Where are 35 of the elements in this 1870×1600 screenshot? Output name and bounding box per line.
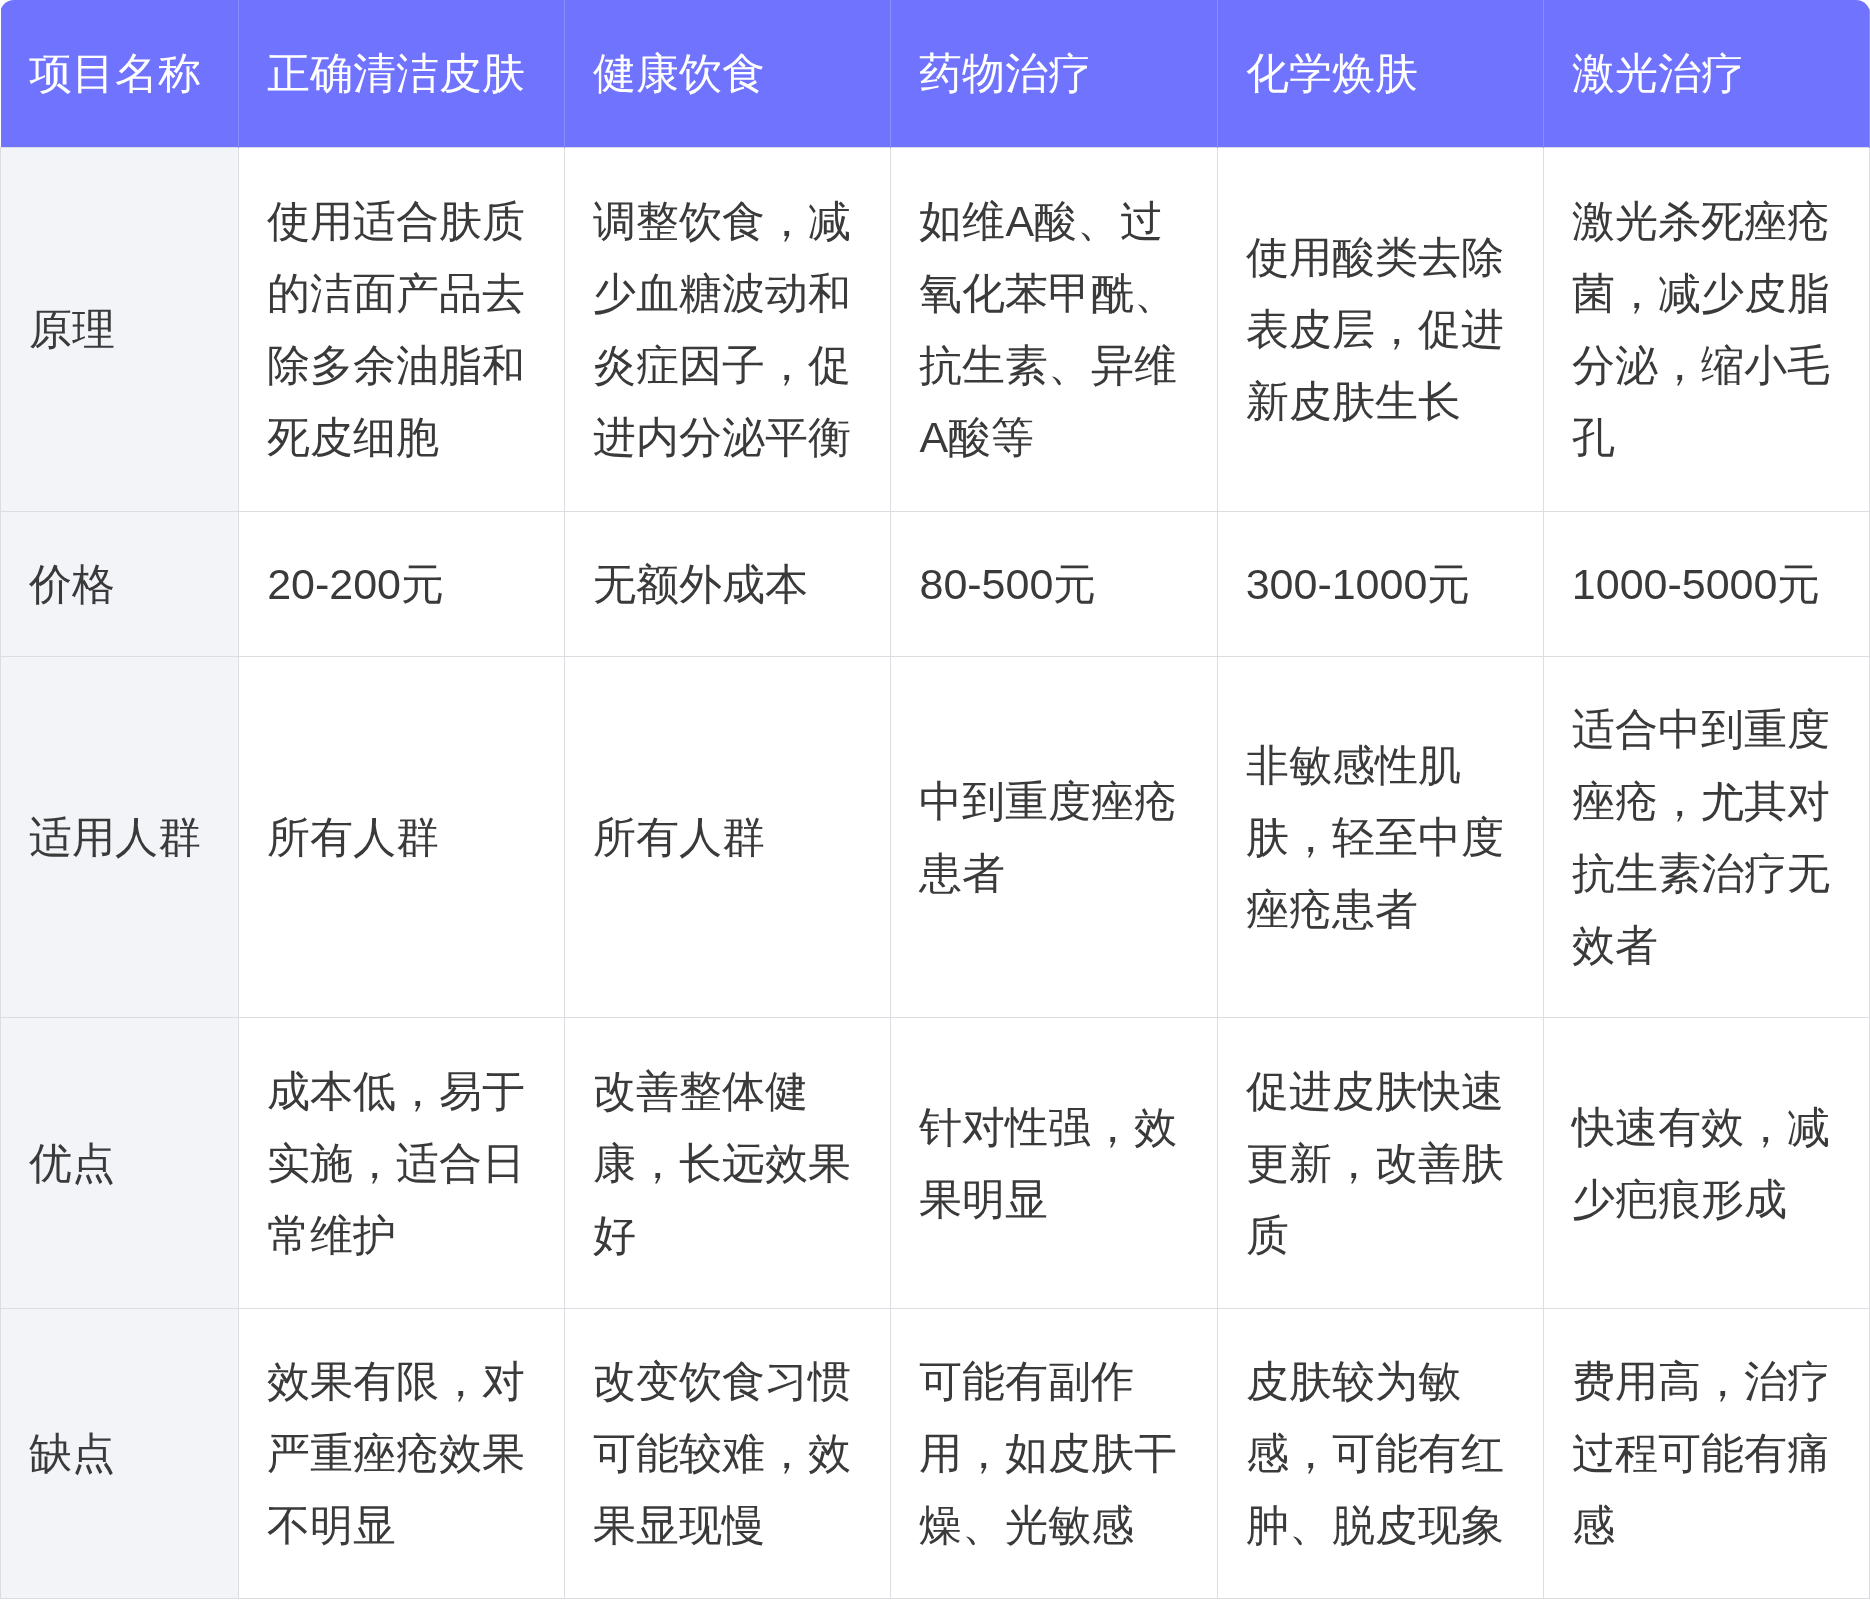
table-cell: 非敏感性肌肤，轻至中度痤疮患者 [1217,656,1544,1017]
table-cell: 如维A酸、过氧化苯甲酰、抗生素、异维A酸等 [890,147,1218,511]
column-header: 激光治疗 [1543,0,1870,147]
table-cell: 使用酸类去除表皮层，促进新皮肤生长 [1217,147,1544,511]
table-cell: 所有人群 [564,656,891,1017]
row-header: 适用人群 [0,656,239,1017]
table-cell: 使用适合肤质的洁面产品去除多余油脂和死皮细胞 [238,147,565,511]
column-header: 药物治疗 [890,0,1218,147]
table-cell: 促进皮肤快速更新，改善肤质 [1217,1017,1544,1308]
row-header: 优点 [0,1017,239,1308]
table-cell: 改变饮食习惯可能较难，效果显现慢 [564,1308,891,1598]
table-cell: 皮肤较为敏感，可能有红肿、脱皮现象 [1217,1308,1544,1598]
table-cell: 80-500元 [890,511,1218,656]
table-cell: 调整饮食，减少血糖波动和炎症因子，促进内分泌平衡 [564,147,891,511]
table-cell: 所有人群 [238,656,565,1017]
column-header: 化学焕肤 [1217,0,1544,147]
table-cell: 300-1000元 [1217,511,1544,656]
table-cell: 激光杀死痤疮菌，减少皮脂分泌，缩小毛孔 [1543,147,1870,511]
table-cell: 20-200元 [238,511,565,656]
column-header: 健康饮食 [564,0,891,147]
table-cell: 适合中到重度痤疮，尤其对抗生素治疗无效者 [1543,656,1870,1017]
table-cell: 快速有效，减少疤痕形成 [1543,1017,1870,1308]
table-cell: 中到重度痤疮患者 [890,656,1218,1017]
row-header: 价格 [0,511,239,656]
row-header: 缺点 [0,1308,239,1598]
row-header: 原理 [0,147,239,511]
table-cell: 无额外成本 [564,511,891,656]
table-cell: 针对性强，效果明显 [890,1017,1218,1308]
column-header: 正确清洁皮肤 [238,0,565,147]
table-cell: 可能有副作用，如皮肤干燥、光敏感 [890,1308,1218,1598]
table-cell: 成本低，易于实施，适合日常维护 [238,1017,565,1308]
table-cell: 改善整体健康，长远效果好 [564,1017,891,1308]
table-cell: 费用高，治疗过程可能有痛感 [1543,1308,1870,1598]
table-cell: 效果有限，对严重痤疮效果不明显 [238,1308,565,1598]
table-cell: 1000-5000元 [1543,511,1870,656]
